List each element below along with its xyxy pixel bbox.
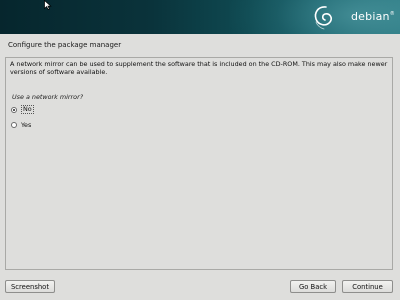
debian-logo-text: debian® bbox=[351, 10, 395, 23]
screenshot-button[interactable]: Screenshot bbox=[5, 280, 55, 293]
radio-unselected-icon[interactable] bbox=[11, 121, 17, 128]
logo-wordmark: debian bbox=[351, 10, 390, 23]
debian-swirl-icon bbox=[314, 6, 332, 30]
registered-mark: ® bbox=[389, 11, 395, 17]
question-label: Use a network mirror? bbox=[12, 93, 84, 101]
go-back-button[interactable]: Go Back bbox=[290, 280, 336, 293]
mouse-pointer-icon bbox=[44, 0, 52, 10]
option-no[interactable]: No bbox=[11, 105, 34, 114]
content-panel: A network mirror can be used to suppleme… bbox=[5, 57, 393, 270]
page-title: Configure the package manager bbox=[8, 41, 122, 49]
option-no-label[interactable]: No bbox=[21, 105, 34, 114]
header-banner: debian® bbox=[0, 0, 400, 34]
radio-selected-icon[interactable] bbox=[11, 106, 17, 113]
option-yes-label[interactable]: Yes bbox=[21, 121, 31, 129]
description-text: A network mirror can be used to suppleme… bbox=[10, 60, 388, 76]
option-yes[interactable]: Yes bbox=[11, 120, 31, 129]
continue-button[interactable]: Continue bbox=[342, 280, 393, 293]
